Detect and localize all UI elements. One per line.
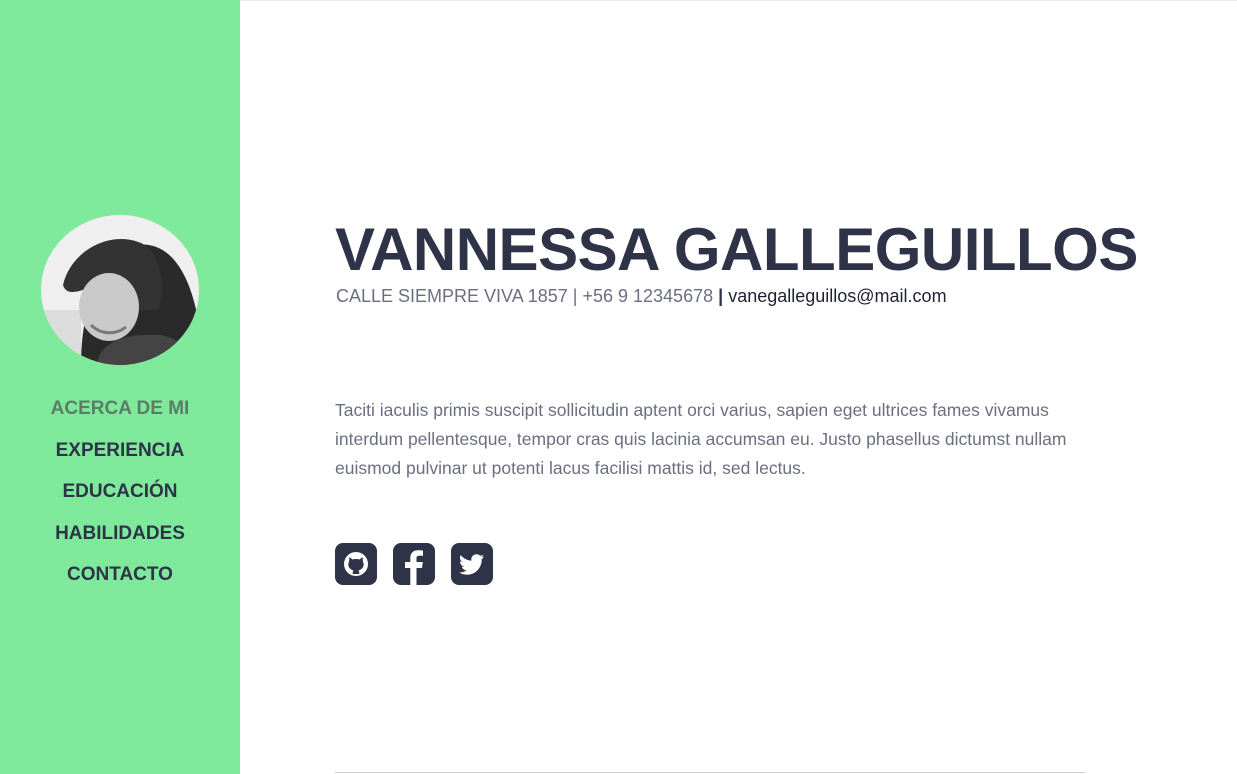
facebook-button[interactable] bbox=[393, 543, 435, 585]
sidebar: ACERCA DE MI EXPERIENCIA EDUCACIÓN HABIL… bbox=[0, 0, 240, 774]
facebook-icon bbox=[405, 550, 423, 585]
avatar-photo bbox=[41, 215, 199, 365]
nav-item-educacion[interactable]: EDUCACIÓN bbox=[0, 475, 240, 517]
side-nav: ACERCA DE MI EXPERIENCIA EDUCACIÓN HABIL… bbox=[0, 392, 240, 600]
top-divider bbox=[240, 0, 1237, 1]
address-phone: CALLE SIEMPRE VIVA 1857 | +56 9 12345678 bbox=[336, 286, 714, 306]
nav-item-experiencia[interactable]: EXPERIENCIA bbox=[0, 434, 240, 476]
nav-item-acerca[interactable]: ACERCA DE MI bbox=[0, 392, 240, 434]
nav-item-habilidades[interactable]: HABILIDADES bbox=[0, 517, 240, 559]
about-text: Taciti iaculis primis suscipit sollicitu… bbox=[335, 400, 1067, 478]
github-button[interactable] bbox=[335, 543, 377, 585]
twitter-icon bbox=[459, 554, 484, 575]
bottom-divider bbox=[335, 772, 1085, 773]
contact-subheading: CALLE SIEMPRE VIVA 1857 | +56 9 12345678… bbox=[336, 285, 947, 307]
avatar bbox=[41, 215, 199, 365]
page-title: VANNESSA GALLEGUILLOS bbox=[335, 216, 1138, 283]
email-link[interactable]: vanegalleguillos@mail.com bbox=[728, 286, 946, 306]
twitter-button[interactable] bbox=[451, 543, 493, 585]
nav-item-contacto[interactable]: CONTACTO bbox=[0, 558, 240, 600]
separator: | bbox=[718, 286, 724, 306]
social-links bbox=[335, 543, 493, 585]
main-content: VANNESSA GALLEGUILLOS CALLE SIEMPRE VIVA… bbox=[240, 0, 1237, 774]
github-icon bbox=[344, 552, 368, 576]
